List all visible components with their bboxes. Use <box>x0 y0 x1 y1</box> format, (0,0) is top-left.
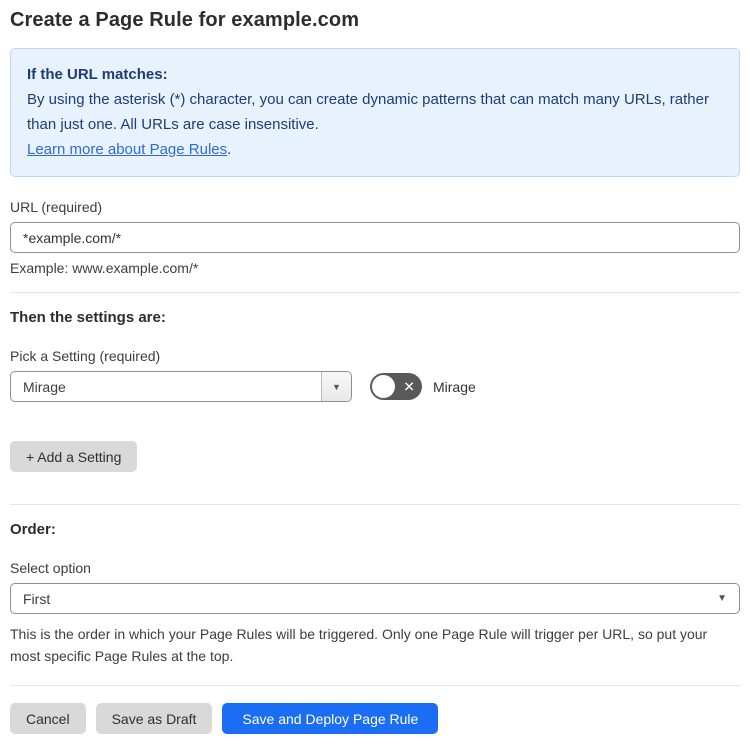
setting-select-value: Mirage <box>23 378 66 395</box>
setting-select[interactable]: Mirage ▼ <box>10 371 352 402</box>
add-setting-button[interactable]: + Add a Setting <box>10 441 138 472</box>
toggle-label: Mirage <box>433 378 476 395</box>
info-box-body: By using the asterisk (*) character, you… <box>27 91 709 133</box>
info-box-link-line: Learn more about Page Rules. <box>27 137 723 162</box>
divider <box>10 292 740 293</box>
url-matches-info-box: If the URL matches: By using the asteris… <box>10 48 740 177</box>
toggle-x-icon: ✕ <box>403 378 415 395</box>
cancel-button[interactable]: Cancel <box>10 703 86 734</box>
learn-more-link[interactable]: Learn more about Page Rules <box>27 141 227 158</box>
link-suffix: . <box>227 141 232 158</box>
order-select-value: First <box>23 590 51 607</box>
toggle-knob <box>372 375 395 398</box>
url-input[interactable] <box>10 222 740 253</box>
mirage-toggle[interactable]: ✕ <box>370 373 422 400</box>
chevron-down-icon: ▼ <box>717 593 727 604</box>
divider <box>10 504 740 505</box>
order-help-text: This is the order in which your Page Rul… <box>10 626 708 664</box>
setting-row: Mirage ▼ ✕ Mirage <box>10 371 740 402</box>
chevron-down-icon: ▼ <box>332 381 341 392</box>
settings-section-heading: Then the settings are: <box>10 309 166 326</box>
order-section-heading: Order: <box>10 521 56 538</box>
url-example-hint: Example: www.example.com/* <box>10 260 199 276</box>
divider <box>10 685 740 686</box>
create-page-rule-page: Create a Page Rule for example.com If th… <box>0 0 750 744</box>
save-and-deploy-button[interactable]: Save and Deploy Page Rule <box>222 703 439 734</box>
info-box-heading: If the URL matches: <box>27 66 168 83</box>
footer-buttons: Cancel Save as Draft Save and Deploy Pag… <box>10 703 740 734</box>
order-select-label: Select option <box>10 560 91 576</box>
url-field-label: URL (required) <box>10 199 103 215</box>
page-title: Create a Page Rule for example.com <box>10 9 360 31</box>
setting-select-arrow-button[interactable]: ▼ <box>321 372 351 401</box>
save-as-draft-button[interactable]: Save as Draft <box>95 703 213 734</box>
order-select[interactable]: First ▼ <box>10 583 740 614</box>
pick-setting-label: Pick a Setting (required) <box>10 348 161 364</box>
